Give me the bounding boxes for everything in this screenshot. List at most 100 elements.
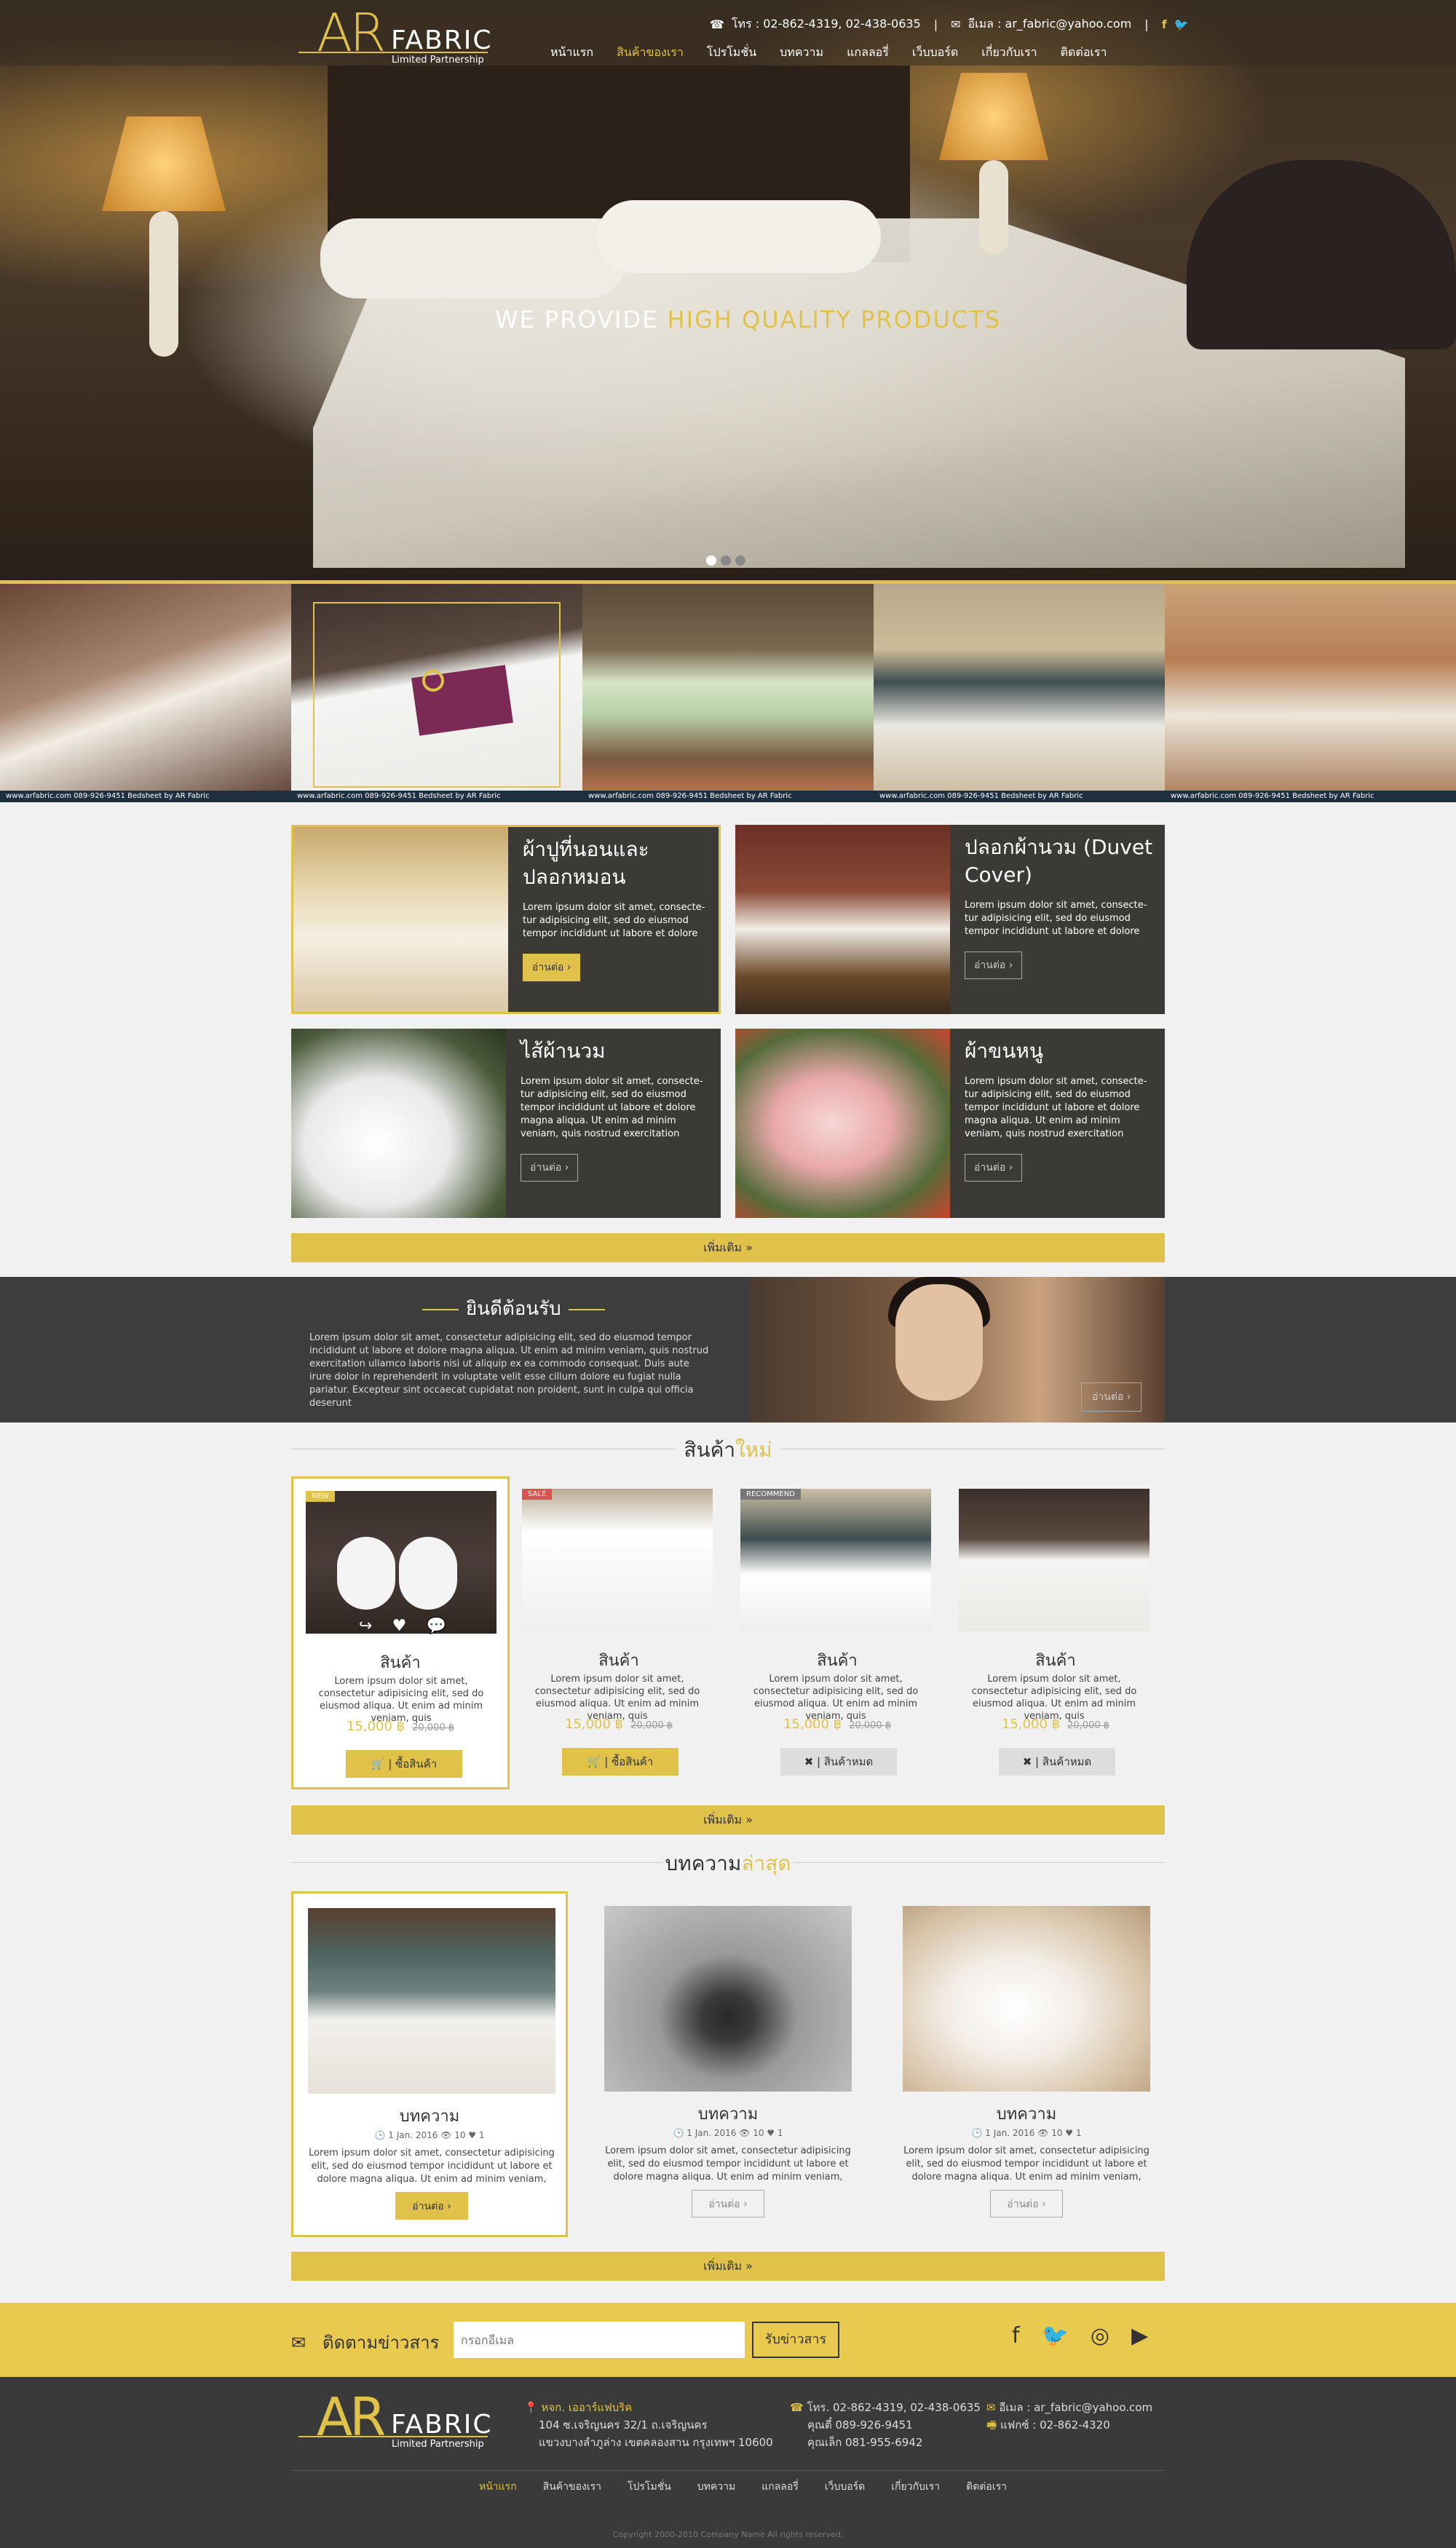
article-read-more-button[interactable]: อ่านต่อ › [395,2192,468,2220]
share-icon[interactable]: ↪ [359,1617,372,1635]
footer-nav-item[interactable]: สินค้าของเรา [530,2479,614,2495]
nav-item[interactable]: สินค้าของเรา [605,44,695,66]
gallery-thumb[interactable]: www.arfabric.com 089-926-9451 Bedsheet b… [291,584,582,802]
footer-email-fax: ✉ อีเมล : ar_fabric@yahoo.com 🖷 แฟกซ์ : … [986,2399,1152,2434]
nav-item[interactable]: โปรโมชั่น [695,44,768,66]
read-more-button[interactable]: อ่านต่อ › [521,1154,579,1182]
read-more-button[interactable]: อ่านต่อ › [965,1154,1023,1182]
products-heading-text: สินค้าใหม่ [684,1438,772,1462]
buy-button[interactable]: 🛒 | ซื้อสินค้า [346,1750,462,1778]
read-more-button[interactable]: อ่านต่อ › [965,951,1023,979]
more-articles-button[interactable]: เพิ่มเติม » [291,2252,1165,2281]
footer-nav-item[interactable]: บทความ [684,2479,748,2495]
nav-item[interactable]: แกลลอรี่ [835,44,901,66]
logo-underline [298,52,488,53]
hero-headline-gold: HIGH QUALITY PRODUCTS [667,306,1002,333]
nav-item[interactable]: เกี่ยวกับเรา [970,44,1048,66]
nav-item[interactable]: บทความ [768,44,835,66]
footer-nav-item[interactable]: ติดต่อเรา [953,2479,1020,2495]
youtube-icon[interactable]: ▶ [1131,2323,1148,2349]
facebook-icon[interactable]: f [1012,2323,1020,2349]
product-name: สินค้า [817,1652,858,1670]
article-card[interactable]: บทความ 🕒 1 Jan. 2016 👁 10 ♥ 1 Lorem ipsu… [590,1891,866,2237]
sold-out-button[interactable]: ✖ | สินค้าหมด [780,1748,897,1776]
footer-email[interactable]: อีเมล : ar_fabric@yahoo.com [999,2401,1152,2414]
footer-nav-item[interactable]: เว็บบอร์ด [812,2479,878,2495]
hero-pillow [320,218,626,298]
article-desc: Lorem ipsum dolor sit amet, consectetur … [605,2145,851,2183]
top-email[interactable]: อีเมล : ar_fabric@yahoo.com [968,15,1132,33]
article-card[interactable]: บทความ 🕒 1 Jan. 2016 👁 10 ♥ 1 Lorem ipsu… [888,1891,1165,2237]
more-products-button[interactable]: เพิ่มเติม » [291,1805,1165,1835]
footer-logo[interactable]: AR FABRIC Limited Partnership [298,2386,495,2450]
product-price: 15,000 ฿ 20,000 ฿ [346,1719,455,1734]
instagram-icon[interactable]: ◎ [1091,2323,1109,2349]
newsletter-email-input[interactable] [454,2322,745,2358]
article-read-more-button[interactable]: อ่านต่อ › [692,2190,764,2217]
main-nav: หน้าแรก สินค้าของเรา โปรโมชั่น บทความ แกลลอร… [539,44,1118,66]
facebook-icon[interactable]: f [1162,17,1167,31]
product-price: 15,000 ฿ 20,000 ฿ [564,1717,673,1732]
product-card[interactable]: SALE สินค้า Lorem ipsum dolor sit amet, … [510,1476,728,1789]
product-price: 15,000 ฿ 20,000 ฿ [783,1717,892,1732]
hero-lamp [939,73,1048,160]
article-title: บทความ [697,2105,759,2124]
hero-lamp [102,116,226,211]
category-card[interactable]: ผ้าขนหนู Lorem ipsum dolor sit amet, con… [735,1029,1165,1218]
logo[interactable]: AR FABRIC Limited Partnership [298,2,495,66]
products-heading: สินค้าใหม่ [291,1434,1165,1463]
footer-divider [291,2470,1165,2471]
slider-dot[interactable] [721,555,731,566]
more-categories-button[interactable]: เพิ่มเติม » [291,1233,1165,1262]
product-card[interactable]: สินค้า Lorem ipsum dolor sit amet, conse… [946,1476,1165,1789]
newsletter-submit-button[interactable]: รับข่าวสาร [752,2322,839,2358]
logo-tagline: Limited Partnership [392,2439,484,2450]
product-desc: Lorem ipsum dolor sit amet, consectetur … [318,1676,484,1724]
thumb-caption: www.arfabric.com 089-926-9451 Bedsheet b… [291,791,582,802]
heart-icon[interactable]: ♥ [392,1617,407,1635]
twitter-icon[interactable]: 🐦 [1174,17,1189,31]
category-card[interactable]: ปลอกผ้านวม (Duvet Cover) Lorem ipsum dol… [735,825,1165,1014]
product-badge: RECOMMEND [740,1489,801,1500]
phone-icon: ☎ [790,2401,804,2414]
logo-fabric: FABRIC [391,25,493,55]
article-read-more-button[interactable]: อ่านต่อ › [990,2190,1063,2217]
product-card[interactable]: NEW ↪ ♥ 💬 สินค้า Lorem ipsum dolor sit a… [291,1476,510,1789]
footer-nav-item[interactable]: หน้าแรก [466,2479,530,2495]
comment-icon[interactable]: 💬 [427,1617,446,1635]
footer-address-line: 104 ซ.เจริญนคร 32/1 ถ.เจริญนคร [539,2418,708,2432]
gallery-thumb[interactable]: www.arfabric.com 089-926-9451 Bedsheet b… [582,584,874,802]
footer-nav-item[interactable]: เกี่ยวกับเรา [878,2479,953,2495]
product-name: สินค้า [1035,1652,1076,1670]
footer-nav-item[interactable]: แกลลอรี่ [748,2479,812,2495]
slider-dot[interactable] [706,555,716,566]
product-desc: Lorem ipsum dolor sit amet, consectetur … [753,1674,919,1722]
newsletter-label: ✉ ติดตามข่าวสาร [291,2333,440,2353]
nav-item[interactable]: เว็บบอร์ด [901,44,970,66]
gallery-thumb[interactable]: www.arfabric.com 089-926-9451 Bedsheet b… [874,584,1165,802]
twitter-icon[interactable]: 🐦 [1042,2323,1069,2349]
product-price: 15,000 ฿ 20,000 ฿ [1001,1717,1110,1732]
category-card[interactable]: ไส้ผ้านวม Lorem ipsum dolor sit amet, co… [291,1029,721,1218]
article-card[interactable]: บทความ 🕒 1 Jan. 2016 👁 10 ♥ 1 Lorem ipsu… [291,1891,568,2237]
welcome-read-more-button[interactable]: อ่านต่อ › [1081,1382,1142,1412]
read-more-button[interactable]: อ่านต่อ › [523,954,581,981]
sold-out-button[interactable]: ✖ | สินค้าหมด [999,1748,1115,1776]
buy-button[interactable]: 🛒 | ซื้อสินค้า [562,1748,678,1776]
hero-chair [1187,160,1456,349]
nav-item[interactable]: หน้าแรก [539,44,605,66]
product-badge: NEW [306,1491,335,1502]
footer-nav-item[interactable]: โปรโมชั่น [614,2479,684,2495]
gallery-thumb[interactable]: www.arfabric.com 089-926-9451 Bedsheet b… [0,584,291,802]
product-card[interactable]: RECOMMEND สินค้า Lorem ipsum dolor sit a… [728,1476,946,1789]
gallery-thumb[interactable]: www.arfabric.com 089-926-9451 Bedsheet b… [1165,584,1456,802]
newsletter-bar: ✉ ติดตามข่าวสาร รับข่าวสาร f 🐦 ◎ ▶ [0,2303,1456,2377]
thumb-caption: www.arfabric.com 089-926-9451 Bedsheet b… [0,791,291,802]
magnifier-icon[interactable] [422,670,444,692]
product-badge: SALE [522,1489,553,1500]
slider-dot[interactable] [735,555,745,566]
category-card[interactable]: ผ้าปูที่นอนและปลอกหมอน Lorem ipsum dolor… [291,825,721,1014]
nav-item[interactable]: ติดต่อเรา [1049,44,1119,66]
logo-ar: AR [317,2386,386,2448]
thumb-caption: www.arfabric.com 089-926-9451 Bedsheet b… [1165,791,1456,802]
